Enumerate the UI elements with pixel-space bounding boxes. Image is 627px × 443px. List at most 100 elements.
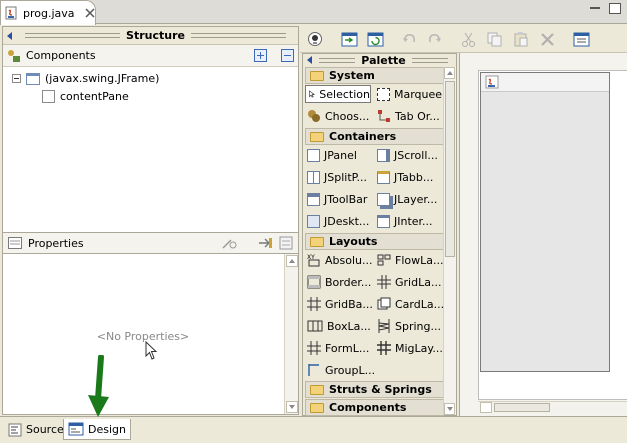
- palette-category-components[interactable]: Components: [305, 399, 444, 416]
- scroll-up-icon[interactable]: [286, 255, 298, 267]
- scroll-left-icon[interactable]: [480, 402, 492, 413]
- scroll-up-icon[interactable]: [444, 67, 455, 79]
- mouse-cursor-icon: [145, 341, 158, 360]
- palette-category-layouts[interactable]: Layouts: [305, 233, 444, 250]
- palette-item-jinternalframe[interactable]: JInter...: [377, 212, 433, 230]
- tree-item-jframe[interactable]: (javax.swing.JFrame): [12, 70, 298, 87]
- palette-category-system[interactable]: System: [305, 67, 444, 84]
- palette-item-label: JDeskt...: [324, 214, 370, 228]
- design-icon: [68, 422, 84, 436]
- cut-icon: [462, 32, 475, 47]
- card-layout-icon: [377, 297, 391, 310]
- palette-item-marquee[interactable]: Marquee: [377, 85, 442, 103]
- palette-item-gridbag-layout[interactable]: GridBa...: [307, 295, 373, 313]
- tab-design[interactable]: Design: [63, 419, 131, 440]
- scroll-down-icon[interactable]: [286, 401, 298, 413]
- grid-layout-icon: [377, 275, 391, 289]
- category-label: Components: [329, 401, 407, 414]
- jframe-preview[interactable]: [480, 72, 610, 372]
- tab-source[interactable]: Source: [4, 419, 68, 440]
- palette-item-label: JTabb...: [394, 170, 434, 184]
- folder-icon: [310, 402, 324, 413]
- show-advanced-icon[interactable]: [221, 236, 237, 250]
- goto-definition-icon[interactable]: [257, 236, 273, 250]
- collapse-arrow-icon[interactable]: [7, 32, 12, 40]
- tree-collapse-icon[interactable]: [12, 74, 21, 83]
- jinternalframe-icon: [377, 214, 390, 228]
- palette-item-jsplitpane[interactable]: JSplitP...: [307, 168, 367, 186]
- goto-source-icon[interactable]: [341, 31, 358, 48]
- folder-icon: [310, 131, 324, 142]
- palette-item-label: Border...: [325, 275, 372, 289]
- palette-item-border-layout[interactable]: Border...: [307, 273, 371, 291]
- palette-item-flow-layout[interactable]: FlowLa...: [377, 251, 443, 269]
- copy-icon: [487, 32, 502, 47]
- palette-collapse-icon[interactable]: [307, 56, 312, 64]
- palette-item-label: JSplitP...: [324, 170, 368, 184]
- structure-header: Structure: [3, 27, 298, 45]
- palette-item-group-layout[interactable]: GroupL...: [307, 361, 375, 379]
- palette-item-box-layout[interactable]: BoxLa...: [307, 317, 371, 335]
- test-gui-icon[interactable]: [307, 31, 324, 48]
- maximize-icon[interactable]: [609, 3, 621, 14]
- restore-default-icon[interactable]: [279, 236, 293, 250]
- flow-layout-icon: [377, 254, 391, 266]
- category-label: Containers: [329, 130, 397, 143]
- properties-title: Properties: [28, 236, 84, 250]
- palette-item-label: MigLay...: [395, 341, 443, 355]
- collapse-all-icon[interactable]: [281, 49, 294, 62]
- jlayeredpane-icon: [377, 192, 390, 206]
- folder-icon: [310, 70, 324, 81]
- palette-scrollbar[interactable]: [443, 67, 456, 415]
- annotation-arrow-icon: [88, 355, 109, 417]
- scroll-thumb[interactable]: [445, 81, 455, 257]
- jframe-icon: [26, 72, 40, 85]
- folder-icon: [310, 236, 324, 247]
- palette-item-jtabbedpane[interactable]: JTabb...: [377, 168, 433, 186]
- scroll-down-icon[interactable]: [444, 403, 455, 415]
- java-cup-icon: [485, 75, 499, 89]
- refresh-icon[interactable]: [367, 31, 384, 48]
- palette-item-jlayeredpane[interactable]: JLayer...: [377, 190, 437, 208]
- window-controls: [589, 3, 621, 14]
- palette-item-grid-layout[interactable]: GridLa...: [377, 273, 441, 291]
- palette-item-jtoolbar[interactable]: JToolBar: [307, 190, 367, 208]
- palette-item-selection[interactable]: Selection: [305, 85, 371, 103]
- no-properties-text: <No Properties>: [96, 330, 190, 343]
- palette-item-jdesktoppane[interactable]: JDeskt...: [307, 212, 369, 230]
- expand-all-icon[interactable]: [254, 49, 267, 62]
- palette-category-containers[interactable]: Containers: [305, 128, 444, 145]
- palette-item-label: Tab Or...: [395, 109, 440, 123]
- palette-item-mig-layout[interactable]: MigLay...: [377, 339, 443, 357]
- palette-item-spring-layout[interactable]: Spring...: [377, 317, 441, 335]
- properties-scrollbar[interactable]: [284, 254, 298, 414]
- tab-label: Design: [88, 422, 126, 436]
- editor-tab[interactable]: prog.java: [0, 0, 96, 25]
- minimize-icon[interactable]: [589, 3, 601, 14]
- palette-item-choose-component[interactable]: Choos...: [307, 107, 369, 125]
- palette-item-jscrollpane[interactable]: JScroll...: [377, 146, 438, 164]
- tab-label: Source: [26, 423, 64, 436]
- palette-header: Palette: [303, 54, 456, 67]
- palette-item-absolute-layout[interactable]: XY Absolu...: [307, 251, 373, 269]
- tree-item-label: (javax.swing.JFrame): [45, 72, 160, 85]
- jtoolbar-icon: [307, 192, 320, 206]
- palette-item-jpanel[interactable]: JPanel: [307, 146, 357, 164]
- properties-view-icon[interactable]: [573, 31, 590, 48]
- undo-icon: [403, 34, 415, 43]
- tree-item-contentpane[interactable]: contentPane: [12, 88, 298, 105]
- palette-category-struts-springs[interactable]: Struts & Springs: [305, 381, 444, 398]
- palette-item-card-layout[interactable]: CardLa...: [377, 295, 444, 313]
- design-canvas[interactable]: [459, 53, 627, 416]
- palette-item-tab-order[interactable]: Tab Or...: [377, 107, 440, 125]
- close-icon[interactable]: [85, 8, 95, 18]
- canvas-horizontal-scrollbar[interactable]: [478, 401, 627, 414]
- properties-icon: [8, 237, 22, 249]
- marquee-icon: [377, 87, 390, 101]
- scroll-thumb[interactable]: [494, 403, 550, 412]
- palette-item-label: FlowLa...: [395, 253, 444, 267]
- components-label: Components: [26, 49, 96, 62]
- palette-item-form-layout[interactable]: FormL...: [307, 339, 369, 357]
- tab-order-icon: [378, 110, 390, 122]
- palette-item-label: GridBa...: [325, 297, 373, 311]
